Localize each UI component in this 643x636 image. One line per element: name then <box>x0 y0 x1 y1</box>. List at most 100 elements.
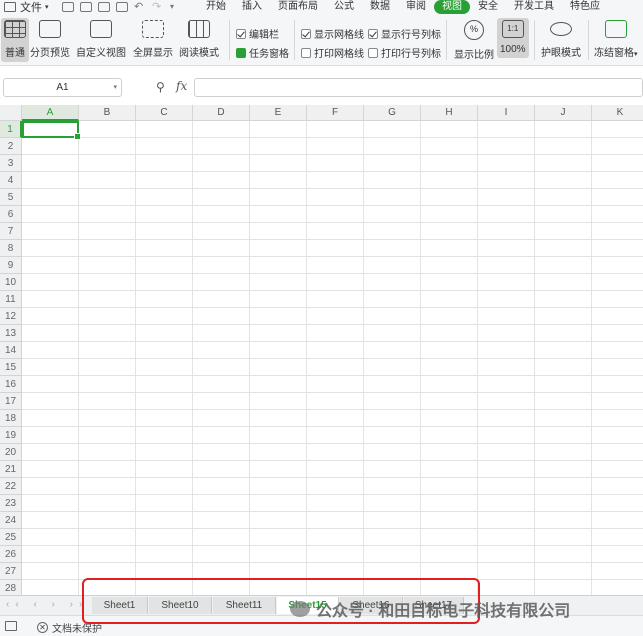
undo-icon[interactable]: ↶ <box>134 2 146 13</box>
show-gridlines-checkbox[interactable]: 显示网格线 <box>301 26 364 41</box>
row-header-2[interactable]: 2 <box>0 138 22 155</box>
tab-data[interactable]: 数据 <box>362 0 398 14</box>
column-header-j[interactable]: J <box>535 105 592 121</box>
reading-mode-icon <box>188 20 210 38</box>
macro-icon[interactable] <box>5 621 17 631</box>
fullscreen-label: 全屏显示 <box>133 48 173 59</box>
eye-protection-button[interactable]: 护眼模式 <box>541 20 581 59</box>
tab-page-layout[interactable]: 页面布局 <box>270 0 326 14</box>
row-header-28[interactable]: 28 <box>0 580 22 595</box>
custom-view-button[interactable]: 自定义视图 <box>76 20 126 59</box>
insert-function-icon[interactable]: fx <box>176 79 187 93</box>
checkbox-icon <box>301 47 311 58</box>
tab-view[interactable]: 视图 <box>434 0 470 14</box>
column-header-k[interactable]: K <box>592 105 643 121</box>
column-header-g[interactable]: G <box>364 105 421 121</box>
column-header-h[interactable]: H <box>421 105 478 121</box>
row-header-6[interactable]: 6 <box>0 206 22 223</box>
select-all-corner[interactable] <box>0 105 22 121</box>
row-header-20[interactable]: 20 <box>0 444 22 461</box>
row-header-7[interactable]: 7 <box>0 223 22 240</box>
column-header-c[interactable]: C <box>136 105 193 121</box>
show-headers-checkbox[interactable]: 显示行号列标 <box>368 26 441 41</box>
column-header-d[interactable]: D <box>193 105 250 121</box>
row-header-27[interactable]: 27 <box>0 563 22 580</box>
tab-formulas[interactable]: 公式 <box>326 0 362 14</box>
row-header-15[interactable]: 15 <box>0 359 22 376</box>
tab-features[interactable]: 特色应 <box>562 0 608 14</box>
active-cell-a1[interactable] <box>22 121 81 140</box>
print-preview-icon[interactable] <box>116 2 128 12</box>
row-header-26[interactable]: 26 <box>0 546 22 563</box>
checkbox-icon <box>368 47 378 58</box>
chevron-down-icon[interactable]: ▾ <box>113 79 117 96</box>
redo-icon[interactable]: ↷ <box>152 2 164 13</box>
file-menu[interactable]: 文件 ▾ <box>0 0 62 15</box>
row-header-9[interactable]: 9 <box>0 257 22 274</box>
row-header-14[interactable]: 14 <box>0 342 22 359</box>
row-header-23[interactable]: 23 <box>0 495 22 512</box>
grid-icon <box>4 20 26 38</box>
ribbon-divider <box>588 20 589 60</box>
cell-area[interactable] <box>22 121 643 595</box>
more-icon[interactable]: ▾ <box>170 2 182 12</box>
tab-developer[interactable]: 开发工具 <box>506 0 562 14</box>
column-header-a[interactable]: A <box>22 105 79 121</box>
page-break-icon <box>39 20 61 38</box>
row-header-4[interactable]: 4 <box>0 172 22 189</box>
fullscreen-button[interactable]: 全屏显示 <box>133 20 173 59</box>
file-menu-label: 文件 <box>20 2 42 14</box>
row-header-25[interactable]: 25 <box>0 529 22 546</box>
row-header-24[interactable]: 24 <box>0 512 22 529</box>
freeze-panes-label: 冻结窗格▾ <box>594 48 638 59</box>
row-header-21[interactable]: 21 <box>0 461 22 478</box>
print-icon[interactable] <box>98 2 110 12</box>
close-circle-icon: ✕ <box>37 622 48 633</box>
row-header-8[interactable]: 8 <box>0 240 22 257</box>
ribbon-divider <box>446 20 447 60</box>
normal-view-button[interactable]: 普通 <box>1 18 29 62</box>
tab-security[interactable]: 安全 <box>470 0 506 14</box>
column-header-f[interactable]: F <box>307 105 364 121</box>
column-header-i[interactable]: I <box>478 105 535 121</box>
row-header-13[interactable]: 13 <box>0 325 22 342</box>
save-icon[interactable] <box>62 2 74 12</box>
row-header-17[interactable]: 17 <box>0 393 22 410</box>
row-header-1[interactable]: 1 <box>0 121 22 138</box>
row-header-22[interactable]: 22 <box>0 478 22 495</box>
tab-review[interactable]: 审阅 <box>398 0 434 14</box>
row-header-3[interactable]: 3 <box>0 155 22 172</box>
menu-icon <box>4 2 16 12</box>
search-function-icon[interactable]: ⚲ <box>156 80 165 94</box>
sheet-nav-arrows[interactable]: ‹‹ ‹ › ›› <box>6 599 88 610</box>
row-header-10[interactable]: 10 <box>0 274 22 291</box>
column-header-e[interactable]: E <box>250 105 307 121</box>
row-header-12[interactable]: 12 <box>0 308 22 325</box>
task-pane-icon <box>236 47 246 58</box>
freeze-panes-button[interactable]: 冻结窗格▾ <box>594 20 638 59</box>
reading-mode-button[interactable]: 阅读模式 <box>179 20 219 59</box>
ribbon-divider <box>294 20 295 60</box>
name-box[interactable]: A1 ▾ <box>3 78 122 97</box>
row-header-19[interactable]: 19 <box>0 427 22 444</box>
row-header-18[interactable]: 18 <box>0 410 22 427</box>
print-gridlines-checkbox[interactable]: 打印网格线 <box>301 45 364 60</box>
tab-home[interactable]: 开始 <box>198 0 234 14</box>
ribbon-divider <box>229 20 230 60</box>
page-break-preview-button[interactable]: 分页预览 <box>30 20 70 59</box>
check-icon <box>368 28 378 39</box>
formula-bar-checkbox[interactable]: 编辑栏 <box>236 26 279 41</box>
column-header-b[interactable]: B <box>79 105 136 121</box>
export-pdf-icon[interactable] <box>80 2 92 12</box>
formula-input[interactable] <box>194 78 643 97</box>
row-header-5[interactable]: 5 <box>0 189 22 206</box>
zoom-percent-icon: % <box>464 20 484 40</box>
row-header-16[interactable]: 16 <box>0 376 22 393</box>
zoom-100-button[interactable]: 1:1 100% <box>497 18 529 58</box>
tab-insert[interactable]: 插入 <box>234 0 270 14</box>
print-headers-checkbox[interactable]: 打印行号列标 <box>368 45 441 60</box>
task-pane-checkbox[interactable]: 任务窗格 <box>236 45 289 60</box>
zoom-button[interactable]: % 显示比例 <box>454 20 494 61</box>
formula-bar-label: 编辑栏 <box>249 30 279 41</box>
row-header-11[interactable]: 11 <box>0 291 22 308</box>
